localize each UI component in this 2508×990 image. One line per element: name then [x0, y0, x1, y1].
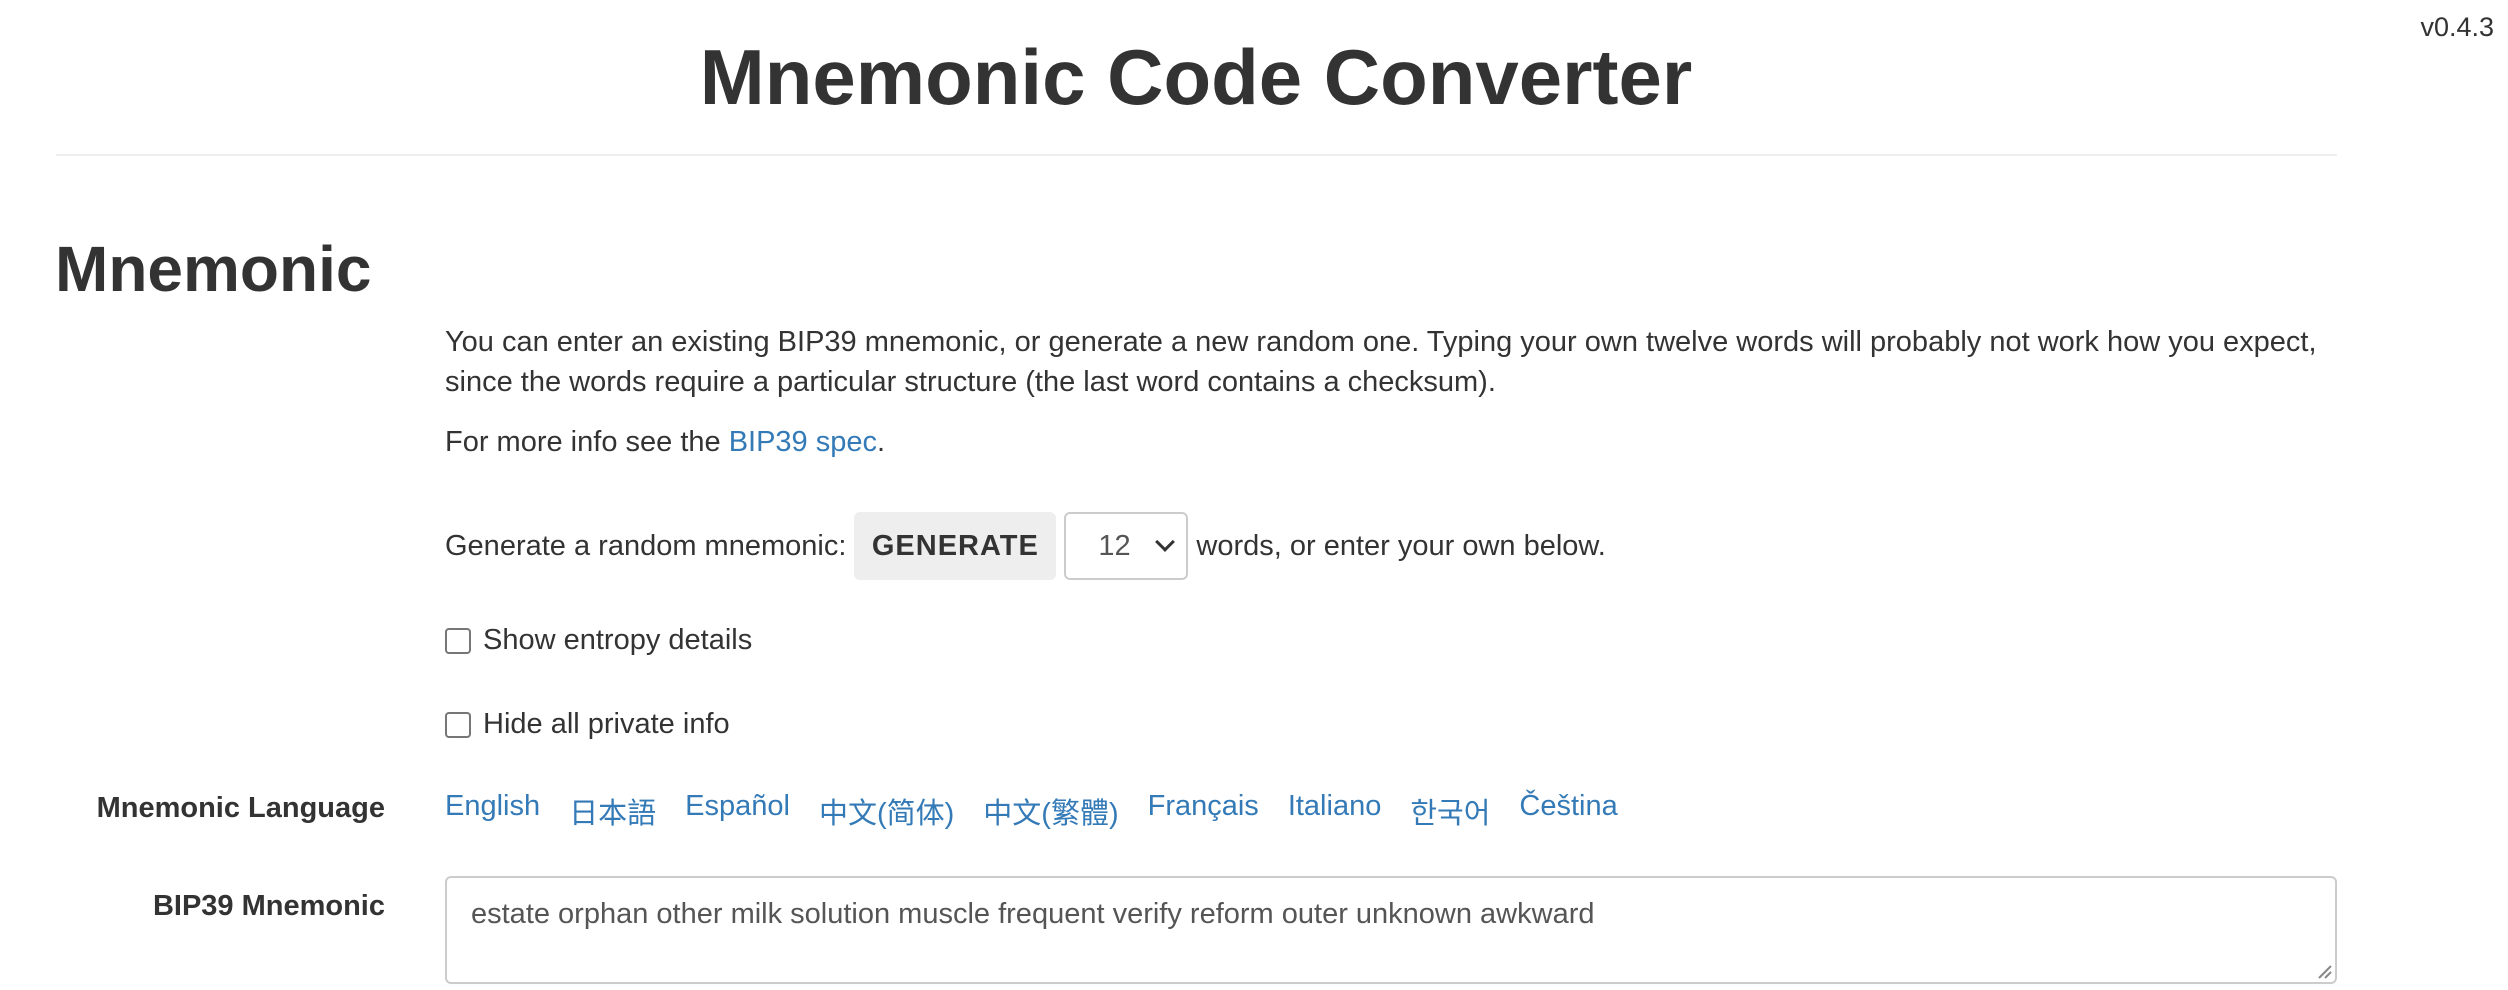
section-heading-mnemonic: Mnemonic — [55, 233, 372, 305]
chevron-down-icon — [1155, 532, 1176, 552]
language-link-spanish[interactable]: Español — [685, 790, 790, 832]
language-link-english[interactable]: English — [445, 790, 540, 832]
bip39-mnemonic-value: estate orphan other milk solution muscle… — [471, 898, 1595, 930]
mnemonic-description: You can enter an existing BIP39 mnemonic… — [445, 326, 2317, 398]
language-list: English 日本語 Español 中文(简体) 中文(繁體) França… — [445, 790, 1647, 832]
more-info-prefix: For more info see the — [445, 426, 729, 458]
language-link-korean[interactable]: 한국어 — [1410, 790, 1490, 832]
generate-suffix: words, or enter your own below. — [1196, 529, 1606, 562]
generate-row: Generate a random mnemonic: GENERATE 12 … — [445, 512, 1606, 580]
word-count-value: 12 — [1098, 529, 1131, 562]
page-title: Mnemonic Code Converter — [699, 33, 1693, 121]
title-divider — [56, 154, 2337, 156]
hide-private-option[interactable]: Hide all private info — [445, 708, 730, 741]
hide-private-checkbox[interactable] — [445, 711, 471, 738]
language-link-chinese-simplified[interactable]: 中文(简体) — [819, 790, 954, 832]
language-link-czech[interactable]: Čeština — [1519, 790, 1617, 832]
show-entropy-label: Show entropy details — [483, 624, 753, 656]
version-label: v0.4.3 — [2420, 12, 2494, 42]
generate-button[interactable]: GENERATE — [854, 512, 1057, 580]
resize-handle-icon[interactable] — [2315, 962, 2333, 980]
bip39-spec-link[interactable]: BIP39 spec — [729, 426, 877, 458]
more-info-suffix: . — [877, 426, 886, 458]
language-link-french[interactable]: Français — [1148, 790, 1259, 832]
language-link-italian[interactable]: Italiano — [1288, 790, 1382, 832]
word-count-select[interactable]: 12 — [1064, 512, 1189, 580]
show-entropy-option[interactable]: Show entropy details — [445, 624, 752, 657]
mnemonic-language-label: Mnemonic Language — [96, 792, 385, 824]
more-info-text: For more info see the BIP39 spec. — [445, 422, 2345, 462]
language-link-chinese-traditional[interactable]: 中文(繁體) — [983, 790, 1118, 832]
bip39-mnemonic-label: BIP39 Mnemonic — [152, 890, 385, 922]
bip39-mnemonic-textarea[interactable]: estate orphan other milk solution muscle… — [445, 876, 2337, 984]
generate-label: Generate a random mnemonic: — [445, 529, 847, 562]
language-link-japanese[interactable]: 日本語 — [569, 790, 656, 832]
hide-private-label: Hide all private info — [483, 708, 730, 740]
show-entropy-checkbox[interactable] — [445, 627, 471, 654]
